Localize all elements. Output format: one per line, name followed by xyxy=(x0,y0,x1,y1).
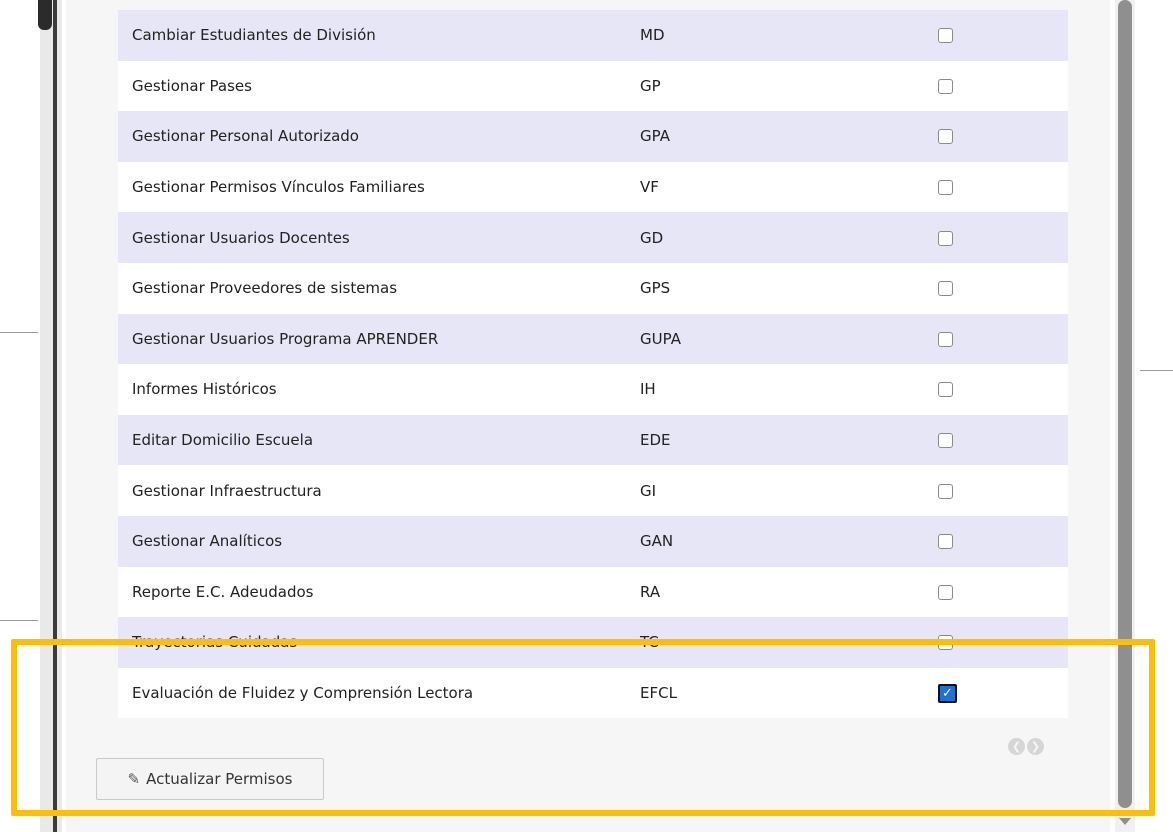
permission-name: Gestionar Analíticos xyxy=(132,532,283,551)
permission-code: GPS xyxy=(640,279,671,298)
permission-checkbox[interactable] xyxy=(938,483,953,499)
scroll-down-arrow-icon[interactable] xyxy=(1119,818,1131,825)
permission-name: Evaluación de Fluidez y Comprensión Lect… xyxy=(132,684,474,703)
background-handle xyxy=(38,0,52,30)
permission-checkbox[interactable]: ✓ xyxy=(938,683,957,703)
table-row: Gestionar Pases GP xyxy=(118,60,1068,112)
permission-name: Gestionar Usuarios Docentes xyxy=(132,228,350,247)
permission-checkbox[interactable] xyxy=(938,129,953,145)
permission-name: Gestionar Personal Autorizado xyxy=(132,127,359,146)
table-row: Cambiar Estudiantes de División MD xyxy=(118,10,1068,61)
permission-name: Editar Domicilio Escuela xyxy=(132,431,314,450)
background-page-left xyxy=(0,0,66,832)
permission-name: Cambiar Estudiantes de División xyxy=(132,26,376,45)
permission-name: Trayectorias Cuidadas xyxy=(132,633,298,652)
permission-checkbox[interactable] xyxy=(938,230,953,246)
permission-code: EFCL xyxy=(640,684,677,703)
table-row: Gestionar Infraestructura GI xyxy=(118,465,1068,516)
permissions-table: Cambiar Estudiantes de División MD Gestion… xyxy=(118,10,1068,719)
permission-code: EDE xyxy=(640,431,671,450)
table-row: Trayectorias Cuidadas TC xyxy=(118,617,1068,668)
table-row: Informes Históricos IH xyxy=(118,364,1068,415)
permission-name: Gestionar Pases xyxy=(132,76,252,95)
permission-checkbox[interactable] xyxy=(938,635,953,651)
table-row: Gestionar Analíticos GAN xyxy=(118,515,1068,567)
permission-checkbox[interactable] xyxy=(938,331,953,347)
permission-code: RA xyxy=(640,582,661,601)
permission-code: GUPA xyxy=(640,329,681,348)
permission-checkbox[interactable] xyxy=(938,584,953,600)
permission-name: Gestionar Proveedores de sistemas xyxy=(132,279,398,298)
permission-code: GPA xyxy=(640,127,670,146)
permission-code: TC xyxy=(640,633,659,652)
permission-code: GI xyxy=(640,481,657,500)
permission-code: GAN xyxy=(640,532,674,551)
permission-code: GD xyxy=(640,228,664,247)
edit-icon: ✎ xyxy=(127,770,141,788)
table-row: Reporte E.C. Adeudados RA xyxy=(118,566,1068,618)
permission-code: IH xyxy=(640,380,656,399)
table-row: Gestionar Proveedores de sistemas GPS xyxy=(118,262,1068,314)
table-row: Gestionar Permisos Vínculos Familiares VF xyxy=(118,161,1068,213)
permission-name: Reporte E.C. Adeudados xyxy=(132,582,314,601)
permission-code: MD xyxy=(640,26,665,45)
update-permissions-button[interactable]: ✎ Actualizar Permisos xyxy=(96,758,324,800)
permission-checkbox[interactable] xyxy=(938,382,953,398)
permission-code: GP xyxy=(640,76,661,95)
table-row: Gestionar Personal Autorizado GPA xyxy=(118,111,1068,162)
permission-checkbox[interactable] xyxy=(938,180,953,196)
permission-name: Informes Históricos xyxy=(132,380,277,399)
table-row: Gestionar Usuarios Docentes GD xyxy=(118,212,1068,263)
permission-checkbox[interactable] xyxy=(938,78,953,94)
permission-checkbox[interactable] xyxy=(938,534,953,550)
table-row: Editar Domicilio Escuela EDE xyxy=(118,414,1068,466)
scrollbar-thumb[interactable] xyxy=(1118,0,1132,808)
permission-code: VF xyxy=(640,178,659,197)
update-permissions-label: Actualizar Permisos xyxy=(146,770,293,788)
permission-checkbox[interactable] xyxy=(938,433,953,449)
table-row: Gestionar Usuarios Programa APRENDER GUPA xyxy=(118,313,1068,365)
permission-checkbox[interactable] xyxy=(938,28,953,44)
table-pager: ❮ ❯ xyxy=(1008,738,1044,755)
dialog-scrollbar[interactable] xyxy=(1115,0,1135,832)
table-row: Evaluación de Fluidez y Comprensión Lect… xyxy=(118,667,1068,719)
permission-checkbox[interactable] xyxy=(938,281,953,297)
circle-arrow-right-icon[interactable]: ❯ xyxy=(1027,738,1044,755)
permission-name: Gestionar Infraestructura xyxy=(132,481,322,500)
permission-name: Gestionar Permisos Vínculos Familiares xyxy=(132,178,425,197)
permission-name: Gestionar Usuarios Programa APRENDER xyxy=(132,329,439,348)
circle-arrow-left-icon[interactable]: ❮ xyxy=(1008,738,1025,755)
